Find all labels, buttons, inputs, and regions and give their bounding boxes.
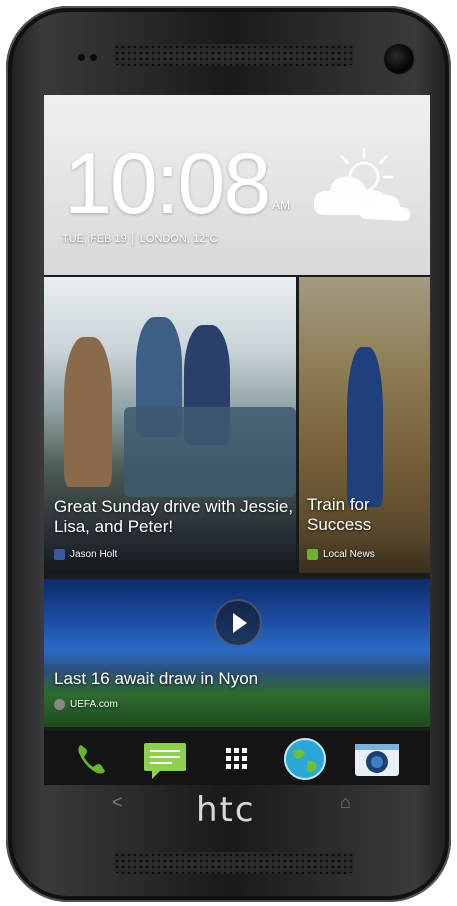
tile-source-label: UEFA.com <box>70 699 118 710</box>
back-button[interactable]: < <box>112 792 123 813</box>
app-dock <box>44 731 430 785</box>
front-camera <box>384 44 414 74</box>
tile-source: Local News <box>307 549 375 560</box>
messages-icon[interactable] <box>140 737 190 781</box>
tile-headline: Great Sunday drive with Jessie, Lisa, an… <box>54 497 294 536</box>
partly-cloudy-icon <box>313 147 410 221</box>
apps-grid-icon[interactable] <box>212 737 262 781</box>
browser-globe-icon[interactable] <box>280 737 330 781</box>
top-speaker-grille <box>114 44 354 66</box>
play-video-icon[interactable] <box>214 599 262 647</box>
feed-tile-social[interactable]: Great Sunday drive with Jessie, Lisa, an… <box>44 277 296 573</box>
feed-tile-video[interactable]: Last 16 await draw in Nyon UEFA.com <box>44 579 430 727</box>
sensor-dot <box>78 54 85 61</box>
tile-headline: Train for Success <box>307 495 372 534</box>
sensor-dot <box>90 54 97 61</box>
home-button[interactable]: ⌂ <box>340 792 351 813</box>
photo-vehicle <box>124 407 296 497</box>
tile-source: Jason Holt <box>54 549 117 560</box>
feed-tile-news[interactable]: Train for Success Local News <box>299 277 430 573</box>
news-icon <box>307 549 318 560</box>
clock-time: 10:08 <box>64 136 271 232</box>
facebook-icon <box>54 549 65 560</box>
camera-icon[interactable] <box>352 737 402 781</box>
tile-headline: Last 16 await draw in Nyon <box>54 669 259 688</box>
brand-logo: htc <box>196 790 256 830</box>
tile-source-label: Local News <box>323 549 375 560</box>
photo-person <box>64 337 112 487</box>
phone-screen: 10:08 AM TUE, FEB 19 │ LONDON, 12°C Grea… <box>44 95 430 785</box>
date-location-weather: TUE, FEB 19 │ LONDON, 12°C <box>62 233 218 245</box>
clock-ampm: AM <box>272 198 290 212</box>
photo-runner <box>347 347 383 507</box>
clock-widget[interactable]: 10:08 AM TUE, FEB 19 │ LONDON, 12°C <box>44 95 430 275</box>
bottom-speaker-grille <box>114 852 354 874</box>
tile-source-label: Jason Holt <box>70 549 118 560</box>
uefa-icon <box>54 699 65 710</box>
phone-icon[interactable] <box>66 737 116 781</box>
tile-source: UEFA.com <box>54 699 118 710</box>
